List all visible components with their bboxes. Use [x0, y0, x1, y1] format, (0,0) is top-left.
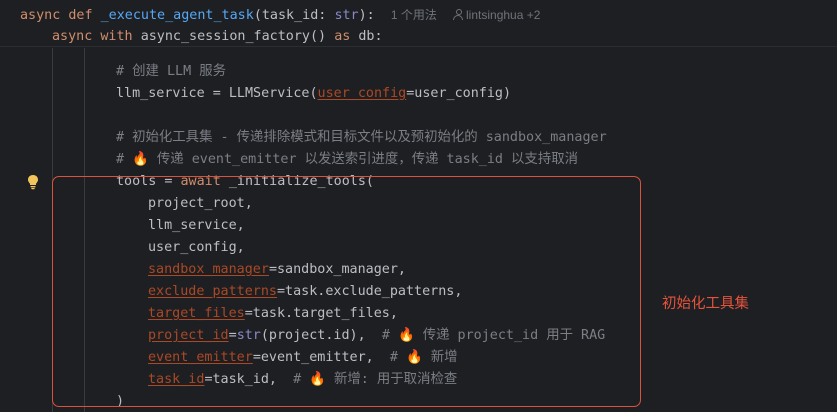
keyword: with: [100, 29, 133, 44]
keyword: async: [52, 29, 93, 44]
lightbulb-icon[interactable]: [27, 174, 39, 190]
person-icon: [453, 9, 464, 20]
param-name: user_config: [317, 86, 407, 101]
code-line-with[interactable]: async with async_session_factory() as db…: [52, 26, 383, 48]
code-line-def[interactable]: async def _execute_agent_task(task_id: s…: [20, 4, 540, 26]
def-end: ):: [358, 8, 375, 23]
annotation-label: 初始化工具集: [662, 296, 749, 312]
code-text: =user_config): [406, 86, 512, 101]
highlight-box: [52, 176, 641, 407]
comment: 传递 event_emitter 以发送索引进度，传递 task_id 以支持取…: [156, 152, 578, 167]
target: db:: [358, 29, 383, 44]
comment: # 创建 LLM 服务: [116, 64, 226, 79]
comment-hash: #: [116, 152, 125, 167]
author-name: lintsinghua +2: [466, 8, 541, 22]
keyword: def: [68, 8, 93, 23]
usages-hint[interactable]: 1 个用法: [391, 8, 437, 22]
code-line[interactable]: # 初始化工具集 - 传递排除模式和目标文件以及预初始化的 sandbox_ma…: [116, 127, 607, 149]
code-editor[interactable]: async def _execute_agent_task(task_id: s…: [0, 0, 837, 412]
code-line[interactable]: # 创建 LLM 服务: [116, 61, 226, 83]
function-name: _execute_agent_task: [100, 8, 254, 23]
code-text: llm_service = LLMService(: [116, 86, 318, 101]
params: (task_id:: [253, 8, 335, 23]
keyword: async: [20, 8, 61, 23]
keyword: as: [334, 29, 351, 44]
author-hint[interactable]: lintsinghua +2: [453, 8, 540, 22]
call: async_session_factory(): [140, 29, 327, 44]
code-line[interactable]: llm_service = LLMService(user_config=use…: [116, 83, 511, 105]
comment: # 初始化工具集 - 传递排除模式和目标文件以及预初始化的 sandbox_ma…: [116, 130, 607, 145]
type-hint: str: [334, 8, 359, 23]
code-line[interactable]: # 🔥 传递 event_emitter 以发送索引进度，传递 task_id …: [116, 149, 578, 171]
fire-icon: 🔥: [132, 152, 149, 167]
